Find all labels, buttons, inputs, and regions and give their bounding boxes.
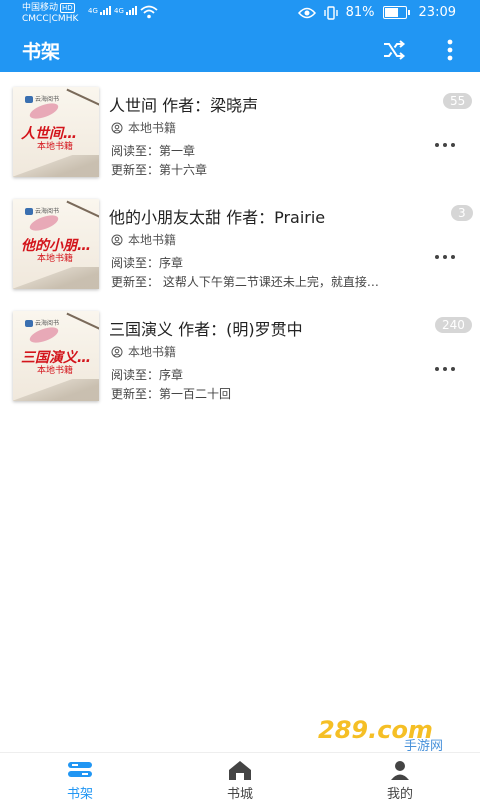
read-progress: 阅读至：序章 xyxy=(111,256,184,270)
mountain-decoration xyxy=(13,379,99,401)
watermark-logo: 289.com 手游网 xyxy=(318,716,443,752)
book-item[interactable]: 云海阅书 他的小朋… 本地书籍 他的小朋友太甜 作者：Prairie 本地书籍 … xyxy=(0,199,480,311)
branch-decoration xyxy=(66,312,99,332)
book-source: 本地书籍 xyxy=(111,343,176,360)
brand-logo-icon xyxy=(25,96,33,103)
book-item[interactable]: 云海阅书 人世间… 本地书籍 人世间 作者：梁晓声 本地书籍 阅读至：第一章 更… xyxy=(0,87,480,199)
tab-mine[interactable]: 我的 xyxy=(320,753,480,802)
latest-chapter: 更新至：第十六章 xyxy=(111,163,208,177)
watermark-subtext: 手游网 xyxy=(404,739,443,752)
tab-label: 书城 xyxy=(226,787,253,802)
branch-decoration xyxy=(66,200,99,220)
home-icon xyxy=(229,761,251,780)
book-title: 他的小朋友太甜 作者：Prairie xyxy=(109,208,326,227)
battery-percent: 81% xyxy=(345,5,375,20)
user-circle-icon xyxy=(111,122,123,133)
user-circle-icon xyxy=(111,234,123,245)
more-horizontal-icon[interactable] xyxy=(435,244,459,259)
read-progress: 阅读至：第一章 xyxy=(111,144,196,158)
source-label: 本地书籍 xyxy=(128,233,177,247)
cover-subtitle: 本地书籍 xyxy=(37,366,74,376)
carrier-info: 中国移动 HD CMCC|CMHK xyxy=(22,3,78,25)
bookshelf-icon xyxy=(68,762,92,777)
book-cover[interactable]: 云海阅书 三国演义… 本地书籍 xyxy=(13,311,99,401)
book-item[interactable]: 云海阅书 三国演义… 本地书籍 三国演义 作者：(明)罗贯中 本地书籍 阅读至：… xyxy=(0,311,480,423)
source-label: 本地书籍 xyxy=(128,121,177,135)
flower-decoration xyxy=(27,212,61,234)
carrier-name-2: CMCC|CMHK xyxy=(22,14,79,24)
brand-logo-icon xyxy=(25,320,33,327)
user-icon xyxy=(391,761,409,780)
book-title: 人世间 作者：梁晓声 xyxy=(109,96,259,115)
more-horizontal-icon[interactable] xyxy=(435,132,459,147)
app-bar: 书架 xyxy=(0,28,480,72)
flower-decoration xyxy=(27,100,61,122)
cover-brand-text: 云海阅书 xyxy=(35,96,60,103)
mountain-decoration xyxy=(13,155,99,177)
tab-label: 我的 xyxy=(386,787,413,802)
source-label: 本地书籍 xyxy=(128,345,177,359)
network-type-2: 4G xyxy=(114,7,124,15)
unread-badge: 55 xyxy=(443,93,473,109)
page-title: 书架 xyxy=(22,41,61,63)
brand-logo-icon xyxy=(25,208,33,215)
tab-bookstore[interactable]: 书城 xyxy=(160,753,320,802)
book-cover[interactable]: 云海阅书 人世间… 本地书籍 xyxy=(13,87,99,177)
book-source: 本地书籍 xyxy=(111,231,176,248)
cover-brand: 云海阅书 xyxy=(25,318,59,327)
user-circle-icon xyxy=(111,346,123,357)
mountain-decoration xyxy=(13,267,99,289)
latest-chapter: 更新至： 这帮人下午第二节课还未上完，就直接… xyxy=(111,275,379,289)
book-source: 本地书籍 xyxy=(111,119,176,136)
cover-brand-text: 云海阅书 xyxy=(35,208,60,215)
network-type-1: 4G xyxy=(88,7,98,15)
shuffle-icon[interactable] xyxy=(382,39,406,61)
status-bar: 中国移动 HD CMCC|CMHK 4G 4G 81% 23:09 xyxy=(0,0,480,28)
carrier-name: 中国移动 xyxy=(22,3,59,13)
cover-subtitle: 本地书籍 xyxy=(37,142,74,152)
tab-label: 书架 xyxy=(66,787,93,802)
right-status: 81% 23:09 xyxy=(297,5,456,20)
hd-badge: HD xyxy=(60,3,75,13)
unread-badge: 240 xyxy=(435,317,472,333)
battery-icon xyxy=(382,6,410,19)
book-cover[interactable]: 云海阅书 他的小朋… 本地书籍 xyxy=(13,199,99,289)
signal-icon-2: 4G xyxy=(114,6,138,15)
signal-icon-1: 4G xyxy=(88,6,112,15)
flower-decoration xyxy=(27,324,61,346)
more-horizontal-icon[interactable] xyxy=(435,356,459,371)
branch-decoration xyxy=(66,88,99,108)
cover-brand: 云海阅书 xyxy=(25,206,59,215)
read-progress: 阅读至：序章 xyxy=(111,368,184,382)
cover-brand: 云海阅书 xyxy=(25,94,59,103)
vibrate-icon xyxy=(323,5,338,20)
bottom-navigation: 书架 书城 我的 xyxy=(0,752,480,802)
latest-chapter: 更新至：第一百二十回 xyxy=(111,387,232,401)
clock: 23:09 xyxy=(418,5,456,20)
unread-badge: 3 xyxy=(451,205,473,221)
more-vertical-icon[interactable] xyxy=(441,38,459,62)
wifi-icon xyxy=(140,5,158,19)
cover-brand-text: 云海阅书 xyxy=(35,320,60,327)
cover-subtitle: 本地书籍 xyxy=(37,254,74,264)
tab-bookshelf[interactable]: 书架 xyxy=(0,753,160,802)
book-title: 三国演义 作者：(明)罗贯中 xyxy=(109,320,303,339)
eye-icon xyxy=(297,7,316,18)
